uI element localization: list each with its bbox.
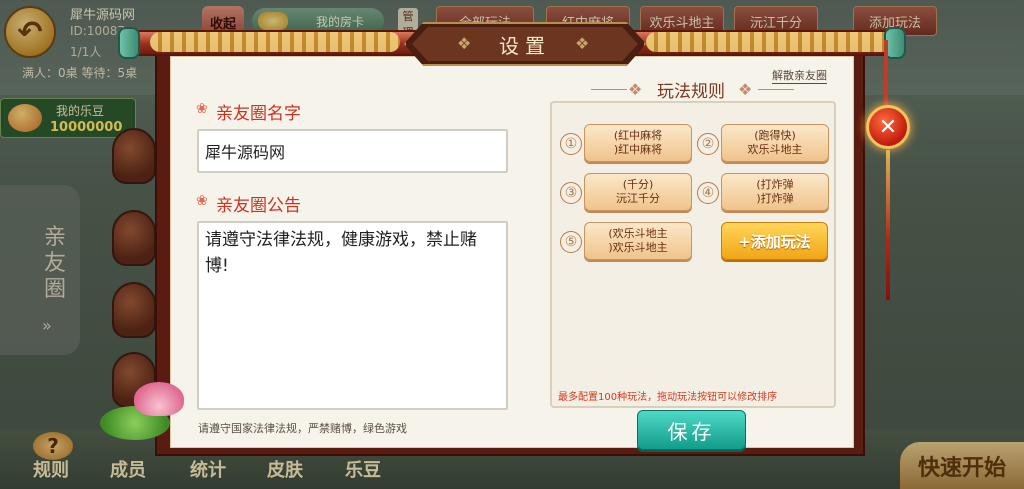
rules-divider-left (591, 89, 627, 90)
rule-button[interactable]: (欢乐斗地主 )欢乐斗地主 (584, 222, 692, 260)
rules-note: 最多配置100种玩法，拖动玩法按钮可以修改排序 (558, 392, 778, 403)
rule-number: ① (560, 133, 582, 155)
rule-button[interactable]: (打炸弹 )打炸弹 (721, 173, 829, 211)
rule-line: 欢乐斗地主 (747, 143, 803, 156)
circle-name-input[interactable] (197, 129, 508, 173)
knot-icon: ❖ (628, 80, 643, 99)
add-rule-button[interactable]: +添加玩法 (721, 222, 828, 260)
close-icon: ✕ (878, 114, 898, 140)
rules-divider-right (758, 89, 794, 90)
close-button[interactable]: ✕ (866, 105, 910, 149)
rule-button[interactable]: (红中麻将 )红中麻将 (584, 124, 692, 162)
rules-title: 玩法规则 (657, 82, 725, 102)
tassel (886, 150, 890, 300)
rule-line: (打炸弹 (756, 178, 794, 191)
rule-button[interactable]: (千分) 沅江千分 (584, 173, 692, 211)
rod-cap-left (118, 27, 140, 59)
rule-line: (欢乐斗地主 (608, 227, 668, 240)
knot-icon: ❖ (738, 80, 753, 99)
modal-title: 设置 (499, 33, 551, 58)
rule-number: ⑤ (560, 231, 582, 253)
rule-line: 沅江千分 (616, 192, 660, 205)
rule-number: ④ (697, 182, 719, 204)
rule-number: ② (697, 133, 719, 155)
tassel-string (884, 40, 888, 106)
notice-label: 亲友圈公告 (216, 196, 301, 216)
rule-line: (跑得快) (754, 129, 796, 142)
rule-line: )红中麻将 (613, 143, 663, 156)
save-button[interactable]: 保存 (637, 410, 746, 450)
flower-icon: ❀ (196, 193, 208, 209)
rule-button[interactable]: (跑得快) 欢乐斗地主 (721, 124, 829, 162)
rule-line: (千分) (622, 178, 654, 191)
rule-line: )打炸弹 (756, 192, 794, 205)
circle-notice-textarea[interactable]: 请遵守法律法规，健康游戏，禁止赌博! (197, 221, 508, 410)
rule-number: ③ (560, 182, 582, 204)
rule-line: )欢乐斗地主 (608, 241, 668, 254)
name-label: 亲友圈名字 (216, 104, 301, 124)
notice-hint: 请遵守国家法律法规，严禁赌博，绿色游戏 (198, 422, 407, 435)
rod-ornament (646, 32, 896, 52)
rule-line: (红中麻将 (613, 129, 663, 142)
rod-ornament (150, 32, 400, 52)
flower-icon: ❀ (196, 101, 208, 117)
lotus-flower-decoration (134, 382, 184, 416)
dissolve-circle-link[interactable]: 解散亲友圈 (772, 67, 827, 84)
